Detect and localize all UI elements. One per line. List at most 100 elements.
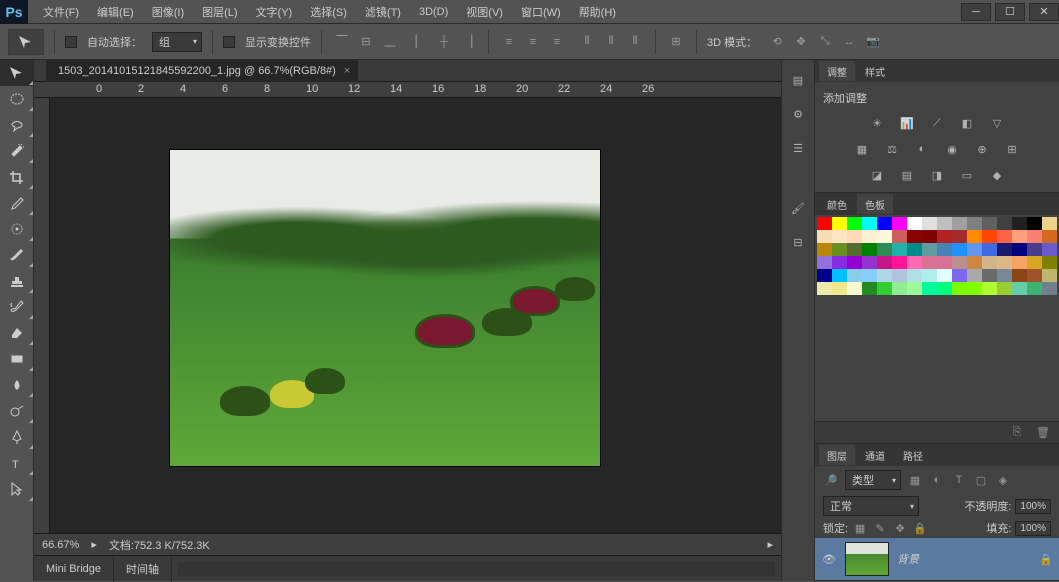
swatch[interactable] bbox=[877, 282, 892, 295]
filter-type-icon[interactable]: T bbox=[951, 472, 967, 488]
swatch[interactable] bbox=[982, 243, 997, 256]
close-button[interactable]: ✕ bbox=[1029, 3, 1059, 21]
menu-help[interactable]: 帮助(H) bbox=[570, 0, 625, 24]
menu-select[interactable]: 选择(S) bbox=[301, 0, 356, 24]
swatch[interactable] bbox=[937, 282, 952, 295]
swatch[interactable] bbox=[967, 256, 982, 269]
swatch[interactable] bbox=[952, 282, 967, 295]
swatch[interactable] bbox=[1012, 269, 1027, 282]
swatch[interactable] bbox=[952, 256, 967, 269]
menu-image[interactable]: 图像(I) bbox=[143, 0, 193, 24]
swatch[interactable] bbox=[832, 269, 847, 282]
swatch[interactable] bbox=[997, 282, 1012, 295]
layer-row[interactable]: 👁 背景 🔒 bbox=[815, 538, 1059, 580]
eyedropper-tool[interactable] bbox=[0, 190, 34, 216]
close-tab-icon[interactable]: × bbox=[344, 65, 350, 77]
tab-color[interactable]: 颜色 bbox=[819, 194, 855, 214]
swatch[interactable] bbox=[847, 243, 862, 256]
swatch[interactable] bbox=[982, 230, 997, 243]
blur-tool[interactable] bbox=[0, 372, 34, 398]
swatch[interactable] bbox=[937, 256, 952, 269]
auto-select-checkbox[interactable] bbox=[65, 36, 77, 48]
photofilter-icon[interactable]: ◉ bbox=[942, 140, 962, 158]
swatch[interactable] bbox=[967, 217, 982, 230]
swatch[interactable] bbox=[1027, 282, 1042, 295]
swatch[interactable] bbox=[1012, 217, 1027, 230]
swatch[interactable] bbox=[892, 243, 907, 256]
filter-shape-icon[interactable]: ▢ bbox=[973, 472, 989, 488]
swatch[interactable] bbox=[1027, 269, 1042, 282]
lock-pixels-icon[interactable]: ✎ bbox=[872, 520, 888, 536]
curves-icon[interactable]: ⟋ bbox=[927, 114, 947, 132]
lasso-tool[interactable] bbox=[0, 112, 34, 138]
swatch[interactable] bbox=[1027, 217, 1042, 230]
delete-swatch-icon[interactable]: 🗑 bbox=[1035, 425, 1051, 441]
auto-align-icon[interactable]: ⊞ bbox=[666, 32, 686, 52]
ruler-horizontal[interactable]: 0 2 4 6 8 10 12 14 16 18 20 22 24 26 bbox=[34, 82, 781, 98]
swatch[interactable] bbox=[847, 230, 862, 243]
swatch[interactable] bbox=[982, 217, 997, 230]
swatch[interactable] bbox=[847, 282, 862, 295]
menu-filter[interactable]: 滤镜(T) bbox=[356, 0, 410, 24]
swatch[interactable] bbox=[997, 256, 1012, 269]
properties-panel-icon[interactable]: ☰ bbox=[786, 136, 810, 160]
swatch[interactable] bbox=[907, 230, 922, 243]
opacity-value[interactable]: 100% bbox=[1015, 499, 1051, 514]
tab-channels[interactable]: 通道 bbox=[857, 445, 893, 465]
swatch[interactable] bbox=[892, 256, 907, 269]
stamp-tool[interactable] bbox=[0, 268, 34, 294]
swatch[interactable] bbox=[1012, 256, 1027, 269]
gradientmap-icon[interactable]: ▭ bbox=[957, 166, 977, 184]
new-swatch-icon[interactable]: ⎘ bbox=[1009, 425, 1025, 441]
ruler-vertical[interactable] bbox=[34, 98, 50, 533]
clone-panel-icon[interactable]: ⊟ bbox=[786, 230, 810, 254]
swatch[interactable] bbox=[967, 269, 982, 282]
swatch[interactable] bbox=[937, 243, 952, 256]
dist-top-icon[interactable]: ≡ bbox=[499, 32, 519, 52]
swatch[interactable] bbox=[847, 269, 862, 282]
swatch[interactable] bbox=[1012, 230, 1027, 243]
move-tool[interactable] bbox=[0, 60, 34, 86]
slide-icon[interactable]: ↔ bbox=[839, 32, 859, 52]
swatch[interactable] bbox=[922, 217, 937, 230]
tab-adjustments[interactable]: 调整 bbox=[819, 61, 855, 81]
align-top-icon[interactable]: ⎺ bbox=[332, 32, 352, 52]
document-tab[interactable]: 1503_20141015121845592200_1.jpg @ 66.7%(… bbox=[46, 60, 358, 82]
minimize-button[interactable]: ─ bbox=[961, 3, 991, 21]
fill-value[interactable]: 100% bbox=[1015, 521, 1051, 536]
swatch[interactable] bbox=[907, 269, 922, 282]
align-bottom-icon[interactable]: ⎽ bbox=[380, 32, 400, 52]
swatch[interactable] bbox=[997, 217, 1012, 230]
swatch[interactable] bbox=[862, 282, 877, 295]
swatch[interactable] bbox=[1042, 269, 1057, 282]
swatch[interactable] bbox=[907, 256, 922, 269]
swatch[interactable] bbox=[892, 230, 907, 243]
actions-panel-icon[interactable]: ⚙ bbox=[786, 102, 810, 126]
tool-indicator[interactable] bbox=[8, 29, 44, 55]
tab-minibridge[interactable]: Mini Bridge bbox=[34, 556, 114, 582]
dist-vcenter-icon[interactable]: ≡ bbox=[523, 32, 543, 52]
brush-tool[interactable] bbox=[0, 242, 34, 268]
swatch[interactable] bbox=[937, 269, 952, 282]
exposure-icon[interactable]: ◧ bbox=[957, 114, 977, 132]
swatch[interactable] bbox=[817, 256, 832, 269]
swatch[interactable] bbox=[832, 282, 847, 295]
orbit-icon[interactable]: ⟲ bbox=[767, 32, 787, 52]
swatch[interactable] bbox=[982, 282, 997, 295]
swatch[interactable] bbox=[1012, 243, 1027, 256]
lock-all-icon[interactable]: 🔒 bbox=[912, 520, 928, 536]
swatch[interactable] bbox=[922, 230, 937, 243]
menu-file[interactable]: 文件(F) bbox=[34, 0, 88, 24]
menu-edit[interactable]: 编辑(E) bbox=[88, 0, 143, 24]
dodge-tool[interactable] bbox=[0, 398, 34, 424]
align-vcenter-icon[interactable]: ⊟ bbox=[356, 32, 376, 52]
lock-transparent-icon[interactable]: ▦ bbox=[852, 520, 868, 536]
menu-layer[interactable]: 图层(L) bbox=[193, 0, 246, 24]
camera-icon[interactable]: 📷 bbox=[863, 32, 883, 52]
swatch[interactable] bbox=[967, 282, 982, 295]
auto-select-dropdown[interactable]: 组 bbox=[152, 32, 202, 52]
layer-name[interactable]: 背景 bbox=[897, 551, 1031, 567]
dist-bottom-icon[interactable]: ≡ bbox=[547, 32, 567, 52]
swatch[interactable] bbox=[862, 217, 877, 230]
type-tool[interactable]: T bbox=[0, 450, 34, 476]
